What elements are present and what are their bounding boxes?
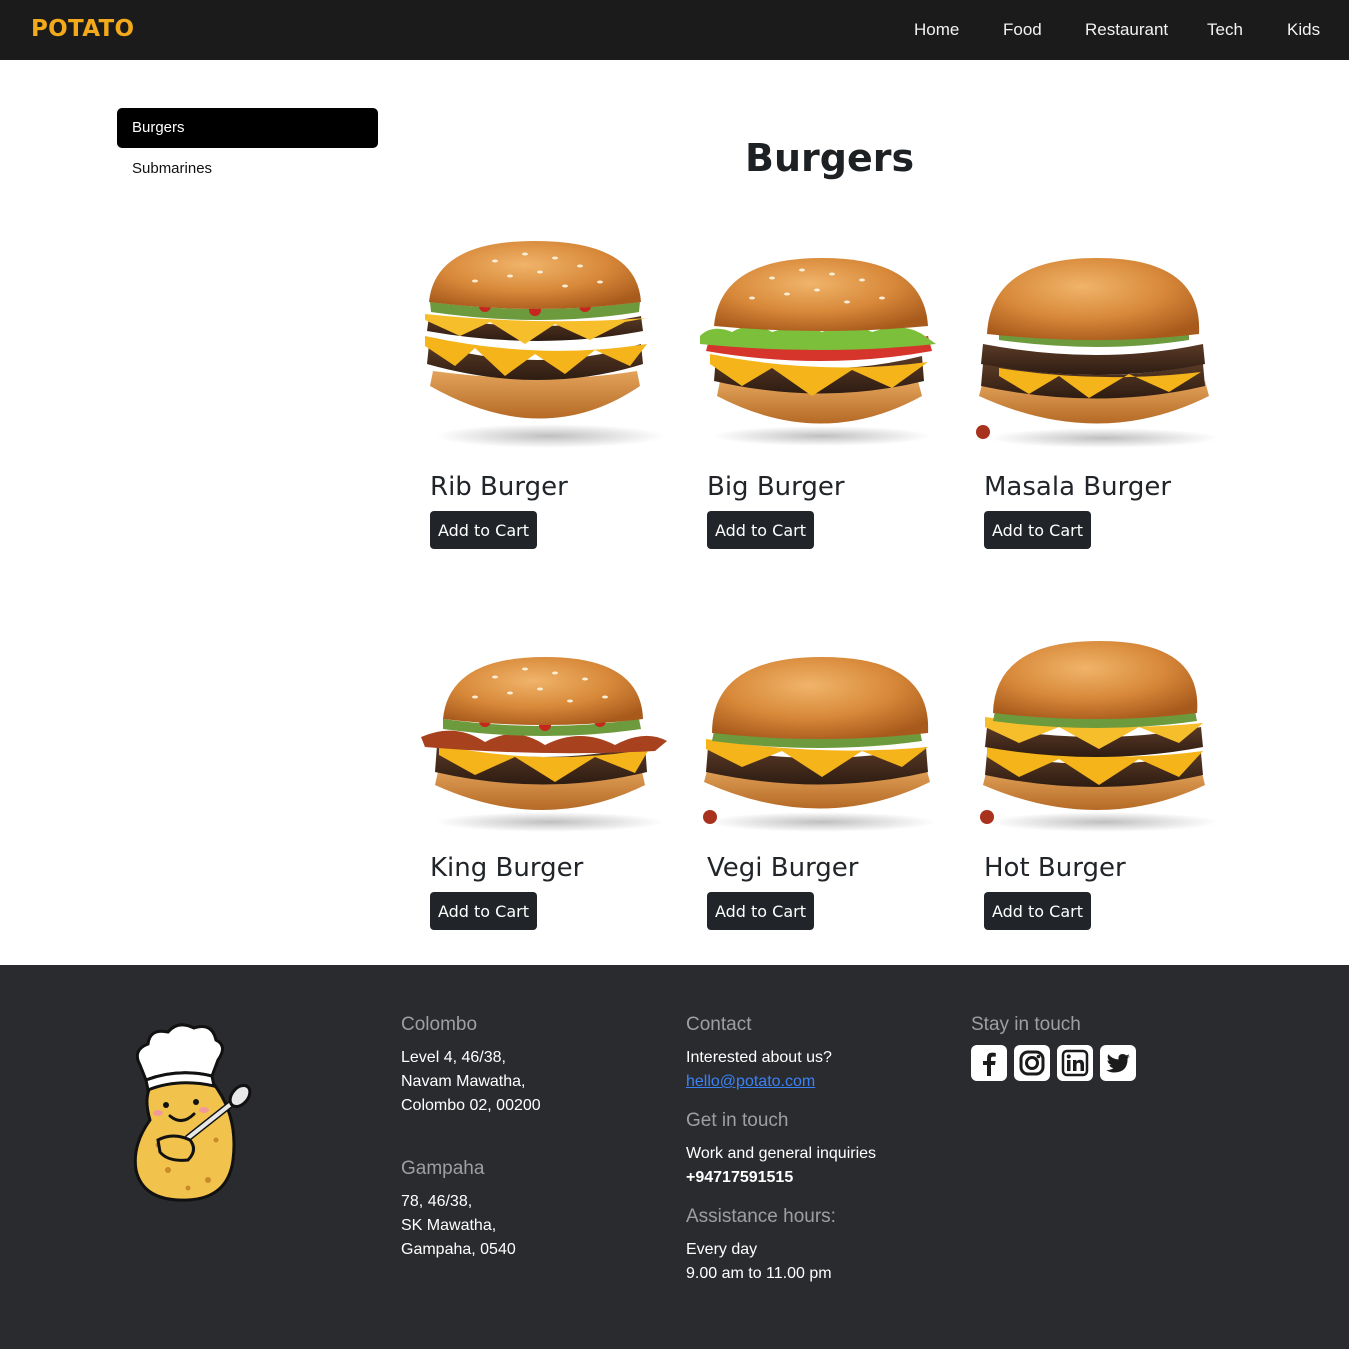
brand-logo[interactable]: POTATO bbox=[31, 16, 134, 42]
add-to-cart-button[interactable]: Add to Cart bbox=[707, 892, 814, 930]
colombo-heading: Colombo bbox=[401, 1014, 478, 1035]
sidebar-item-submarines[interactable]: Submarines bbox=[117, 149, 378, 189]
product-card: Vegi Burger Add to Cart bbox=[703, 617, 967, 957]
product-card: Big Burger Add to Cart bbox=[700, 236, 967, 576]
nav-home[interactable]: Home bbox=[914, 20, 959, 40]
instagram-icon[interactable] bbox=[1014, 1045, 1050, 1081]
product-name: King Burger bbox=[430, 853, 584, 883]
gampaha-address-line: 78, 46/38, bbox=[401, 1193, 473, 1210]
product-card: Hot Burger Add to Cart bbox=[980, 617, 1244, 957]
add-to-cart-button[interactable]: Add to Cart bbox=[430, 892, 537, 930]
burger-image bbox=[421, 657, 667, 832]
sidebar-item-burgers[interactable]: Burgers bbox=[117, 108, 378, 148]
potato-chef-mascot bbox=[133, 1023, 252, 1202]
product-card: King Burger Add to Cart bbox=[421, 617, 690, 957]
page-title: Burgers bbox=[745, 136, 915, 180]
burger-image bbox=[425, 241, 665, 448]
nav-restaurant[interactable]: Restaurant bbox=[1085, 20, 1168, 40]
add-to-cart-button[interactable]: Add to Cart bbox=[984, 511, 1091, 549]
colombo-address-line: Level 4, 46/38, bbox=[401, 1049, 506, 1066]
twitter-icon[interactable] bbox=[1100, 1045, 1136, 1081]
contact-text: Interested about us? bbox=[686, 1049, 832, 1066]
burger-image bbox=[980, 641, 1219, 832]
colombo-address-line: Colombo 02, 00200 bbox=[401, 1097, 541, 1114]
product-name: Masala Burger bbox=[984, 472, 1172, 502]
inquiries-text: Work and general inquiries bbox=[686, 1145, 877, 1162]
top-navbar: POTATO Home Food Restaurant Tech Kids bbox=[0, 0, 1349, 60]
site-footer: Colombo Level 4, 46/38, Navam Mawatha, C… bbox=[0, 965, 1349, 1349]
hours-days: Every day bbox=[686, 1241, 758, 1258]
phone-number[interactable]: +94717591515 bbox=[686, 1169, 793, 1187]
nav-food[interactable]: Food bbox=[1003, 20, 1042, 40]
gampaha-address-line: SK Mawatha, bbox=[401, 1217, 497, 1234]
linkedin-icon[interactable] bbox=[1057, 1045, 1093, 1081]
gampaha-address-line: Gampaha, 0540 bbox=[401, 1241, 516, 1258]
contact-heading: Contact bbox=[686, 1014, 752, 1035]
burger-image bbox=[976, 258, 1219, 448]
add-to-cart-button[interactable]: Add to Cart bbox=[430, 511, 537, 549]
stay-in-touch-heading: Stay in touch bbox=[971, 1014, 1081, 1035]
product-name: Big Burger bbox=[707, 472, 845, 502]
product-name: Hot Burger bbox=[984, 853, 1126, 883]
product-card: Rib Burger Add to Cart bbox=[425, 236, 690, 576]
burger-image bbox=[703, 657, 937, 832]
nav-kids[interactable]: Kids bbox=[1287, 20, 1320, 40]
add-to-cart-button[interactable]: Add to Cart bbox=[707, 511, 814, 549]
get-in-touch-heading: Get in touch bbox=[686, 1110, 789, 1131]
product-name: Vegi Burger bbox=[707, 853, 859, 883]
product-card: Masala Burger Add to Cart bbox=[976, 236, 1244, 576]
gampaha-heading: Gampaha bbox=[401, 1158, 485, 1179]
add-to-cart-button[interactable]: Add to Cart bbox=[984, 892, 1091, 930]
product-name: Rib Burger bbox=[430, 472, 568, 502]
burger-image bbox=[700, 258, 936, 446]
hours-time: 9.00 am to 11.00 pm bbox=[686, 1265, 832, 1282]
facebook-icon[interactable] bbox=[971, 1045, 1007, 1081]
nav-tech[interactable]: Tech bbox=[1207, 20, 1243, 40]
assistance-hours-heading: Assistance hours: bbox=[686, 1206, 836, 1227]
contact-email-link[interactable]: hello@potato.com bbox=[686, 1073, 815, 1091]
colombo-address-line: Navam Mawatha, bbox=[401, 1073, 526, 1090]
